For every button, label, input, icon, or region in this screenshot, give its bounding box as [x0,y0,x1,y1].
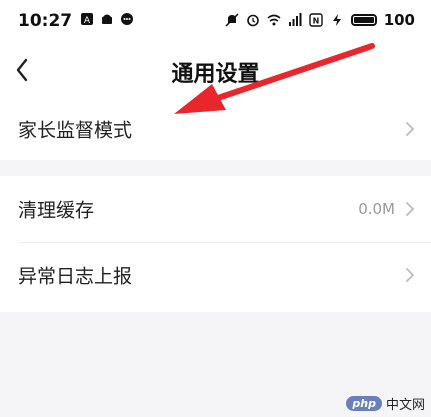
page-title: 通用设置 [171,62,260,87]
alarm-icon [246,14,259,27]
status-right-icons: N 100 [225,11,415,29]
settings-group-1: 家长监督模式 [0,98,431,160]
nfc-icon: N [308,13,323,27]
settings-group-2: 清理缓存 0.0M 异常日志上报 [0,176,431,312]
watermark: php 中文网 [346,394,425,413]
parent-mode-row[interactable]: 家长监督模式 [0,98,431,160]
svg-text:N: N [312,17,319,26]
chevron-right-icon [406,122,415,136]
svg-text:A: A [84,16,91,26]
title-bar: 通用设置 [0,44,431,98]
watermark-text: 中文网 [385,398,425,413]
battery-icon [350,14,377,26]
status-time: 10:27 [18,11,73,31]
chevron-right-icon [406,202,415,216]
watermark-badge: php [346,396,382,411]
signal-icon [288,13,302,26]
clear-cache-label: 清理缓存 [18,199,95,222]
parent-mode-label: 家长监督模式 [18,119,133,142]
battery-level: 100 [383,11,415,29]
notification-a-icon: A [81,13,93,26]
android-icon [102,14,112,24]
clear-cache-row[interactable]: 清理缓存 0.0M [0,176,431,242]
chevron-right-icon [406,268,415,282]
mute-icon [225,13,239,27]
wifi-icon [267,14,281,26]
message-icon [121,13,133,25]
status-bar: 10:27 A N 100 [0,0,431,44]
cache-size-value: 0.0M [358,200,395,218]
status-left-icons: A [80,12,134,26]
error-log-report-row[interactable]: 异常日志上报 [0,242,431,308]
error-log-report-label: 异常日志上报 [18,265,133,288]
charging-icon [332,14,341,26]
